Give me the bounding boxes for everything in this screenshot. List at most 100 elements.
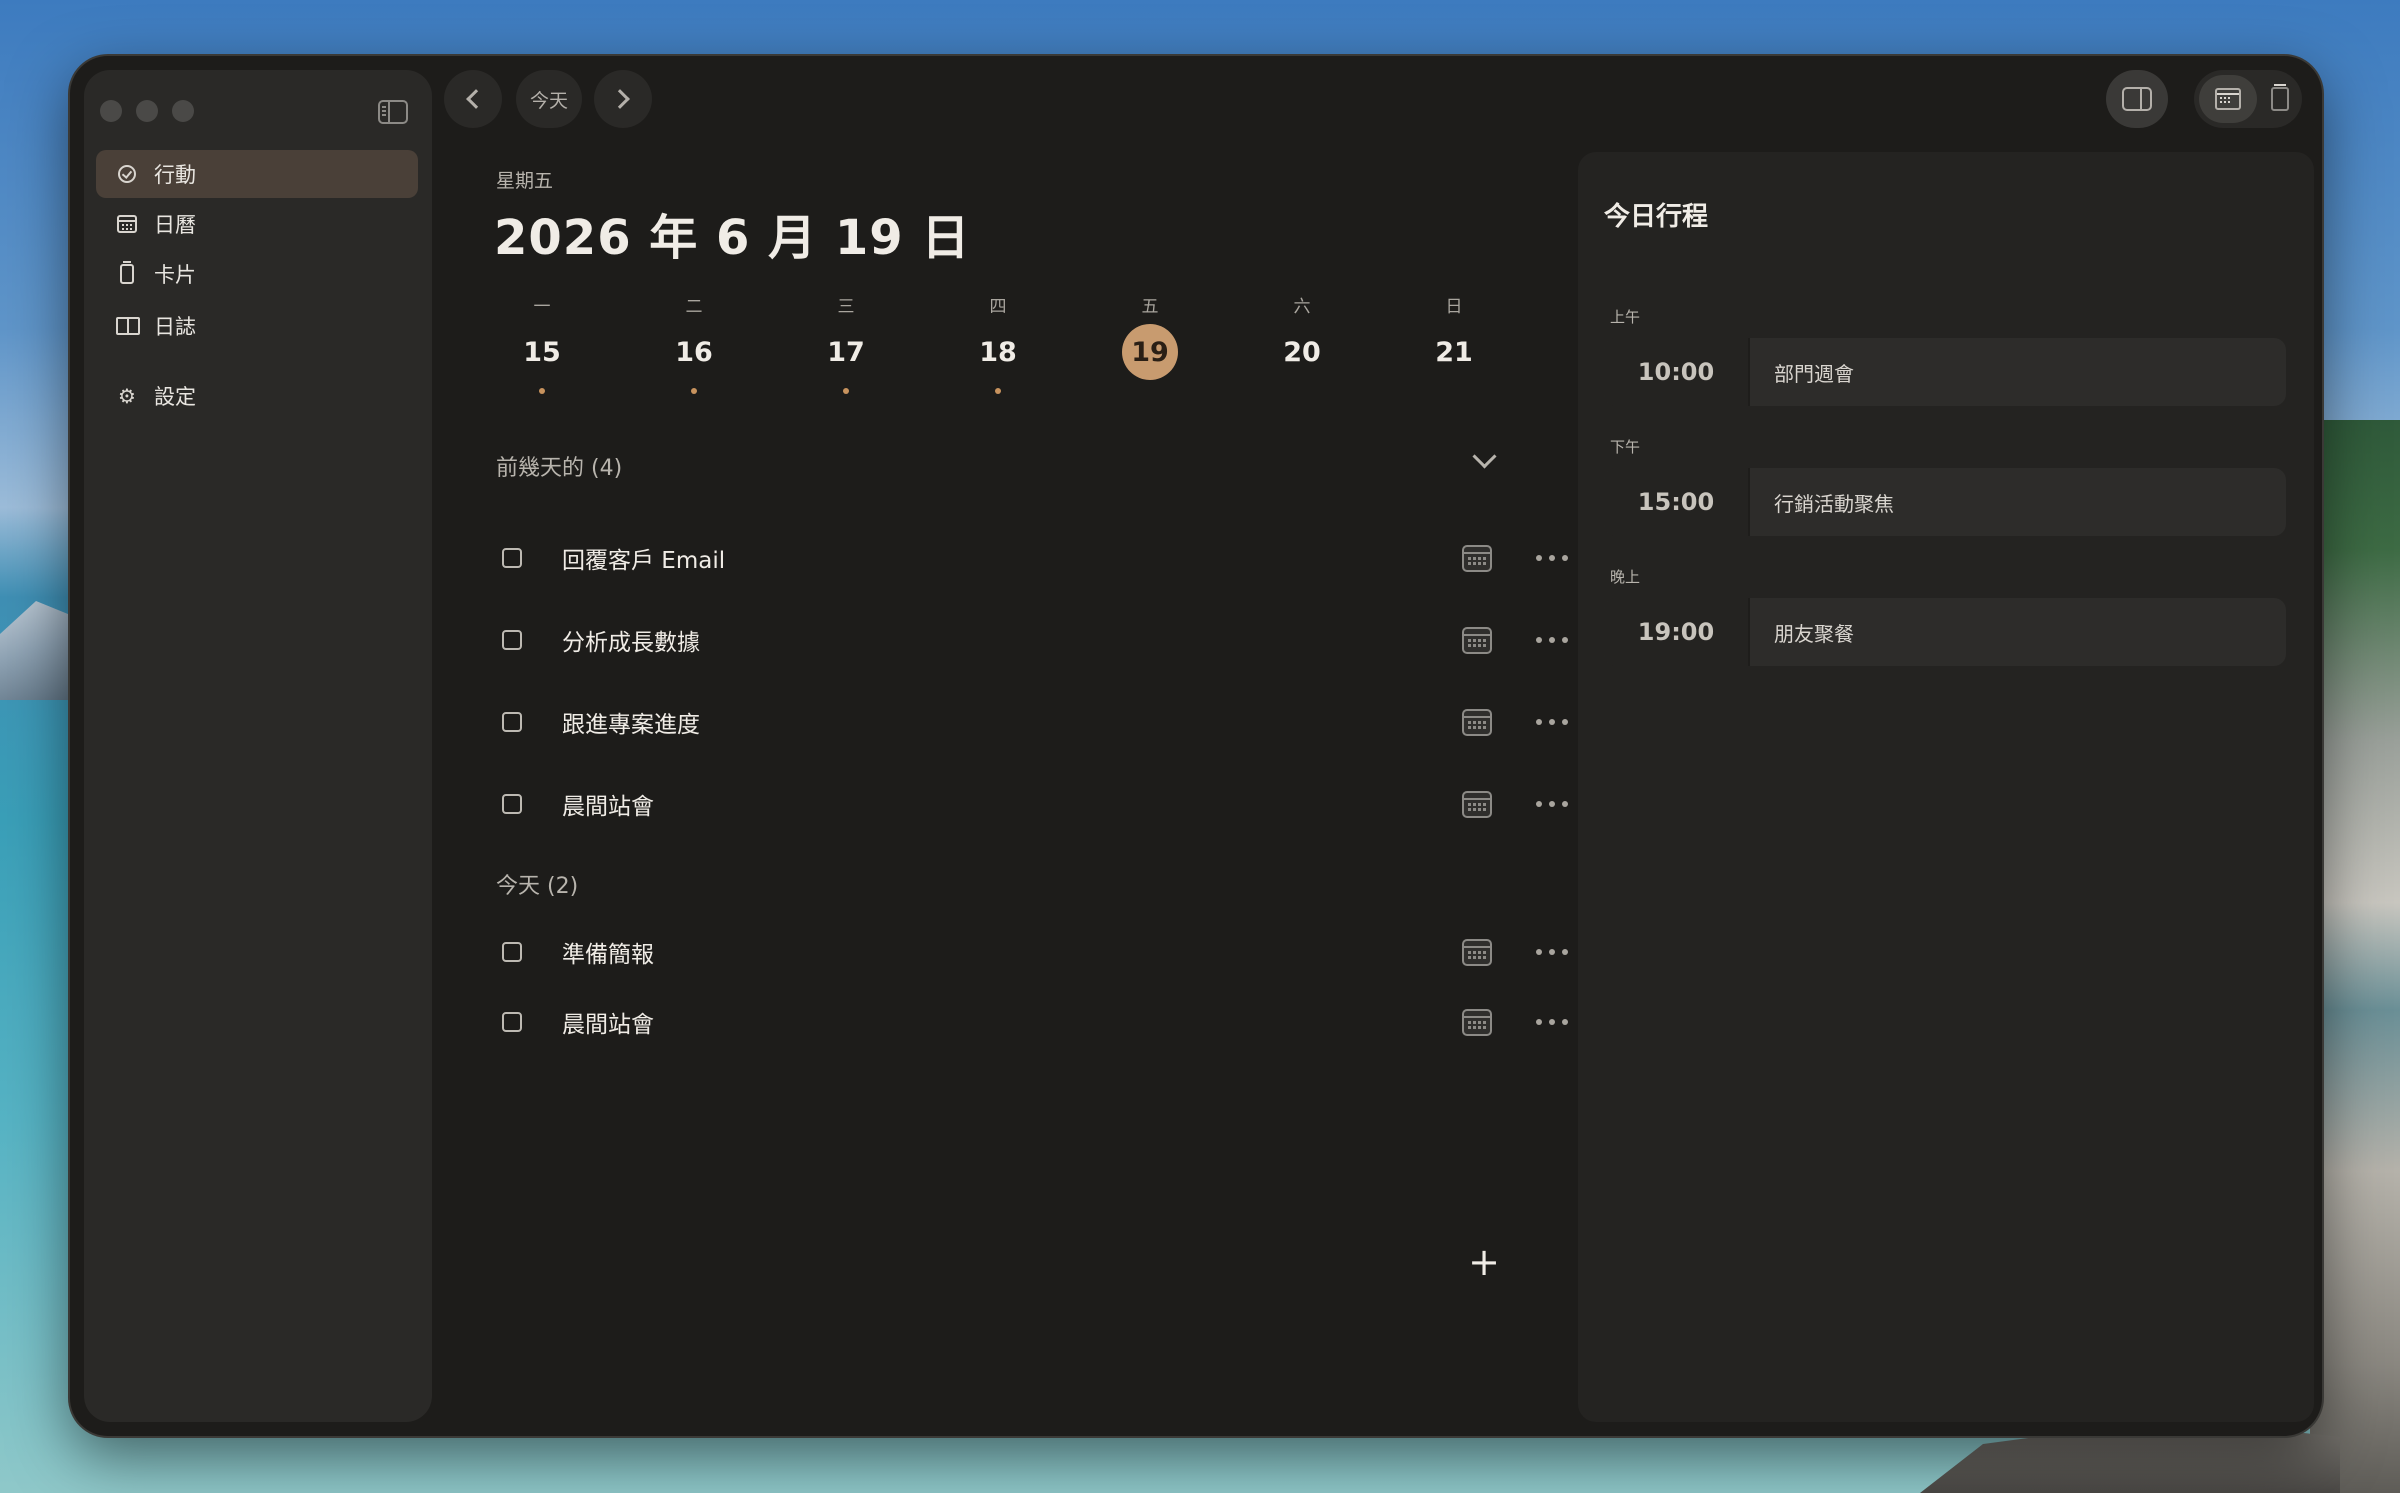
add-task-button[interactable]: +: [1456, 1234, 1512, 1290]
panel-title: 今日行程: [1604, 202, 1709, 232]
sidebar-item-label: 設定: [154, 385, 196, 409]
event-dot: [843, 388, 849, 394]
task-checkbox[interactable]: [502, 1012, 522, 1032]
schedule-calendar-icon[interactable]: [1462, 544, 1492, 572]
close-window-button[interactable]: [100, 100, 122, 122]
task-row: 跟進專案進度: [496, 690, 1586, 754]
view-switcher: [2194, 70, 2302, 128]
schedule-calendar-icon[interactable]: [1462, 790, 1492, 818]
task-row: 準備簡報: [496, 920, 1586, 984]
zoom-window-button[interactable]: [172, 100, 194, 122]
week-day-tue[interactable]: 二 16: [664, 292, 724, 394]
week-day-mon[interactable]: 一 15: [512, 292, 572, 394]
week-dow: 二: [685, 297, 703, 317]
event-dot: [691, 388, 697, 394]
sidebar-item-label: 日曆: [154, 213, 196, 237]
week-dow: 四: [989, 297, 1007, 317]
sidebar-item-label: 日誌: [154, 315, 196, 339]
minimize-window-button[interactable]: [136, 100, 158, 122]
event-item[interactable]: 10:00 部門週會: [1604, 338, 2286, 406]
schedule-calendar-icon[interactable]: [1462, 938, 1492, 966]
task-checkbox[interactable]: [502, 712, 522, 732]
sidebar-item-calendar[interactable]: 日曆: [96, 200, 418, 248]
event-title: 行銷活動聚焦: [1774, 491, 1894, 516]
week-date-today: 19: [1122, 324, 1178, 380]
task-checkbox[interactable]: [502, 794, 522, 814]
event-time: 15:00: [1604, 468, 1750, 536]
event-dot: [539, 388, 545, 394]
weekday-label: 星期五: [496, 170, 554, 192]
week-day-fri[interactable]: 五 19: [1120, 292, 1180, 380]
inspector-panel-icon: [2122, 87, 2152, 111]
task-title[interactable]: 分析成長數據: [562, 623, 1462, 657]
period-label: 上午: [1610, 308, 1641, 326]
sidebar-item-cards[interactable]: 卡片: [96, 250, 418, 298]
today-button[interactable]: 今天: [516, 70, 582, 128]
period-label: 晚上: [1610, 568, 1641, 586]
sidebar-item-actions[interactable]: 行動: [96, 150, 418, 198]
task-checkbox[interactable]: [502, 630, 522, 650]
schedule-calendar-icon[interactable]: [1462, 708, 1492, 736]
more-options-icon[interactable]: [1536, 554, 1568, 562]
event-time: 19:00: [1604, 598, 1750, 666]
sidebar-item-journal[interactable]: 日誌: [96, 302, 418, 350]
desktop-rocks: [2310, 420, 2400, 1493]
event-time: 10:00: [1604, 338, 1750, 406]
sidebar-toggle-icon[interactable]: [378, 100, 408, 124]
week-day-wed[interactable]: 三 17: [816, 292, 876, 394]
event-title: 朋友聚餐: [1774, 621, 1854, 646]
page-title: 2026 年 6 月 19 日: [494, 210, 971, 266]
week-dow: 六: [1293, 297, 1311, 317]
event-item[interactable]: 15:00 行銷活動聚焦: [1604, 468, 2286, 536]
week-date: 17: [827, 336, 865, 368]
calendar-view-icon: [2215, 88, 2241, 110]
sidebar-item-label: 行動: [154, 163, 196, 187]
more-options-icon[interactable]: [1536, 800, 1568, 808]
card-icon: [116, 261, 138, 285]
more-options-icon[interactable]: [1536, 1018, 1568, 1026]
task-row: 分析成長數據: [496, 608, 1586, 672]
more-options-icon[interactable]: [1536, 636, 1568, 644]
calendar-icon: [116, 213, 138, 235]
chevron-down-icon[interactable]: [1472, 444, 1497, 469]
schedule-calendar-icon[interactable]: [1462, 626, 1492, 654]
calendar-view-button[interactable]: [2199, 75, 2257, 123]
task-title[interactable]: 跟進專案進度: [562, 705, 1462, 739]
task-title[interactable]: 晨間站會: [562, 787, 1462, 821]
app-window: 行動 日曆 卡片 日誌 ⚙ 設定 今天 星期五 2026 年 6 月 19 日 …: [70, 56, 2322, 1436]
inspector-toggle-button[interactable]: [2106, 70, 2168, 128]
chevron-left-icon: [466, 89, 486, 109]
task-title[interactable]: 晨間站會: [562, 1005, 1462, 1039]
task-row: 回覆客戶 Email: [496, 526, 1586, 590]
gear-icon: ⚙: [118, 384, 136, 408]
today-section-header: 今天 (2): [496, 874, 579, 899]
task-title[interactable]: 準備簡報: [562, 935, 1462, 969]
forward-button[interactable]: [594, 70, 652, 128]
week-day-sat[interactable]: 六 20: [1272, 292, 1332, 380]
event-item[interactable]: 19:00 朋友聚餐: [1604, 598, 2286, 666]
week-date: 20: [1283, 336, 1321, 368]
schedule-calendar-icon[interactable]: [1462, 1008, 1492, 1036]
sidebar-item-settings[interactable]: ⚙ 設定: [96, 372, 418, 420]
week-day-thu[interactable]: 四 18: [968, 292, 1028, 394]
sidebar: 行動 日曆 卡片 日誌 ⚙ 設定: [84, 70, 432, 1422]
week-day-sun[interactable]: 日 21: [1424, 292, 1484, 380]
task-checkbox[interactable]: [502, 548, 522, 568]
week-date: 15: [523, 336, 561, 368]
more-options-icon[interactable]: [1536, 718, 1568, 726]
previous-section-header[interactable]: 前幾天的 (4): [496, 450, 622, 482]
week-dow: 五: [1141, 297, 1159, 317]
week-dow: 一: [533, 297, 551, 317]
card-view-button[interactable]: [2271, 84, 2289, 111]
check-circle-icon: [116, 163, 138, 185]
week-dow: 三: [837, 297, 855, 317]
task-title[interactable]: 回覆客戶 Email: [562, 541, 1462, 575]
sidebar-item-label: 卡片: [154, 263, 196, 287]
chevron-right-icon: [610, 89, 630, 109]
book-icon: [116, 315, 140, 337]
more-options-icon[interactable]: [1536, 948, 1568, 956]
week-date: 16: [675, 336, 713, 368]
back-button[interactable]: [444, 70, 502, 128]
period-label: 下午: [1610, 438, 1641, 456]
task-checkbox[interactable]: [502, 942, 522, 962]
